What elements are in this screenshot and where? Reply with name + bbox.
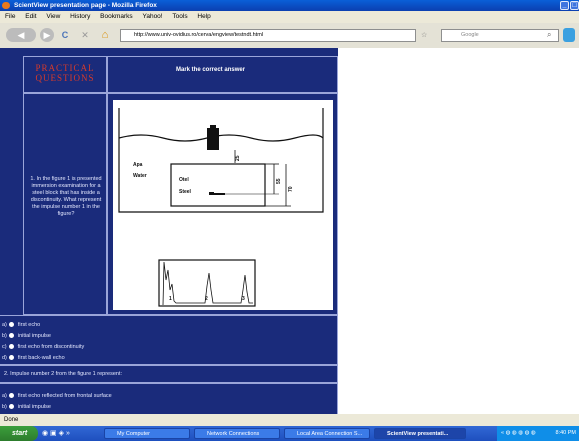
home-button[interactable]: ⌂	[98, 28, 112, 42]
option-2b[interactable]: b) initial impulse	[2, 404, 51, 410]
option-letter: d)	[2, 355, 7, 361]
maximize-button[interactable]: □	[570, 1, 579, 10]
radio-button[interactable]	[8, 333, 14, 339]
reload-button[interactable]: C	[58, 28, 72, 42]
menu-tools[interactable]: Tools	[172, 13, 187, 20]
quick-launch-chevron[interactable]: »	[66, 430, 70, 437]
menu-file[interactable]: File	[5, 13, 15, 20]
page-background	[338, 48, 579, 414]
option-label: first back-wall echo	[17, 355, 65, 361]
dimension-55: 55	[276, 178, 282, 184]
radio-button[interactable]	[8, 344, 14, 350]
system-tray: « ◍ ◍ ◍ ◍ ◍ 8:40 PM	[497, 426, 579, 441]
dimension-70: 70	[288, 186, 294, 192]
label-steel: Steel	[179, 189, 192, 195]
option-letter: b)	[2, 404, 7, 410]
task-local-area-connection[interactable]: Local Area Connection S...	[284, 428, 370, 439]
window-title-bar: ScientView presentation page - Mozilla F…	[0, 0, 579, 11]
question1-cell: 1. In the figure 1 is presented immersio…	[23, 93, 107, 315]
task-network-connections[interactable]: Network Connections	[194, 428, 280, 439]
stop-button[interactable]: ✕	[78, 28, 92, 42]
ultrasonic-figure: Apa Water Otel Steel 25 55 70 1 2 3	[113, 100, 333, 310]
option-letter: b)	[2, 333, 7, 339]
option-label: first echo	[17, 322, 41, 328]
peak-label-2: 2	[205, 296, 208, 302]
option-letter: a)	[2, 393, 7, 399]
radio-button[interactable]	[8, 404, 14, 410]
radio-button[interactable]	[8, 393, 14, 399]
menu-yahoo[interactable]: Yahoo!	[142, 13, 162, 20]
label-apa: Apa	[133, 162, 143, 168]
option-label: initial impulse	[17, 333, 51, 339]
figure-cell: Apa Water Otel Steel 25 55 70 1 2 3	[107, 93, 338, 315]
radio-button[interactable]	[8, 322, 14, 328]
status-text: Done	[4, 417, 19, 423]
option-1b[interactable]: b) initial impulse	[2, 333, 51, 339]
clock: 8:40 PM	[555, 430, 576, 436]
window-title: ScientView presentation page - Mozilla F…	[14, 2, 157, 9]
option-letter: a)	[2, 322, 7, 328]
instruction-text: Mark the correct answer	[176, 67, 246, 73]
option-label: initial impulse	[17, 404, 51, 410]
peak-label-3: 3	[242, 296, 245, 302]
section-title: PRACTICAL QUESTIONS	[35, 63, 95, 83]
firefox-icon	[2, 2, 10, 9]
tray-icons[interactable]: « ◍ ◍ ◍ ◍ ◍	[501, 430, 536, 436]
dimension-25: 25	[235, 155, 241, 161]
quick-launch-icons[interactable]: ◉ ▣ ◈	[42, 430, 64, 437]
peak-label-1: 1	[169, 296, 172, 302]
option-letter: c)	[2, 344, 7, 350]
label-otel: Otel	[179, 177, 189, 183]
option-1d[interactable]: d) first back-wall echo	[2, 355, 65, 361]
quick-launch: ◉ ▣ ◈ »	[42, 429, 82, 439]
question2-cell: 2. Impulse number 2 from the figure 1 re…	[0, 365, 338, 383]
minimize-button[interactable]: _	[560, 1, 569, 10]
section-title-cell: PRACTICAL QUESTIONS	[23, 56, 107, 93]
radio-button[interactable]	[8, 355, 14, 361]
menu-edit[interactable]: Edit	[25, 13, 36, 20]
task-my-computer[interactable]: My Computer	[104, 428, 190, 439]
magnifier-icon[interactable]: ⌕	[547, 30, 557, 40]
navigation-toolbar: ◀ ▶ C ✕ ⌂ http://www.univ-ovidius.ro/cer…	[0, 23, 579, 49]
question1-options: a) first echo b) initial impulse c) first e…	[0, 315, 338, 365]
option-label: first echo reflected from frontal surfac…	[17, 393, 112, 399]
option-label: first echo from discontinuity	[17, 344, 85, 350]
forward-button[interactable]: ▶	[40, 28, 54, 42]
page-content: PRACTICAL QUESTIONS Mark the correct ans…	[0, 48, 579, 414]
addon-icon[interactable]	[563, 28, 575, 42]
question2-options: a) first echo reflected from frontal surf…	[0, 383, 338, 414]
question1-text: 1. In the figure 1 is presented immersio…	[30, 176, 102, 217]
question2-text: 2. Impulse number 2 from the figure 1 re…	[4, 371, 123, 377]
status-bar: Done	[0, 414, 579, 426]
back-arrow-icon: ◀	[17, 30, 25, 40]
search-input[interactable]: Google	[441, 29, 559, 42]
taskbar: start ◉ ▣ ◈ » My Computer Network Connec…	[0, 426, 579, 441]
option-1c[interactable]: c) first echo from discontinuity	[2, 344, 84, 350]
address-bar[interactable]: http://www.univ-ovidius.ro/cerva/engview…	[120, 29, 416, 42]
option-1a[interactable]: a) first echo	[2, 322, 40, 328]
option-2a[interactable]: a) first echo reflected from frontal surf…	[2, 393, 112, 399]
task-firefox[interactable]: ScientView presentati...	[374, 428, 466, 439]
start-button[interactable]: start	[0, 426, 38, 441]
instruction-cell: Mark the correct answer	[107, 56, 338, 93]
bookmark-star-icon[interactable]: ☆	[421, 29, 435, 42]
menu-bookmarks[interactable]: Bookmarks	[100, 13, 133, 20]
question-panel: PRACTICAL QUESTIONS Mark the correct ans…	[0, 48, 338, 414]
label-water: Water	[133, 173, 147, 179]
menu-view[interactable]: View	[46, 13, 60, 20]
back-button[interactable]: ◀	[6, 28, 36, 42]
menu-help[interactable]: Help	[197, 13, 210, 20]
menu-bar: File Edit View History Bookmarks Yahoo! …	[0, 11, 579, 23]
menu-history[interactable]: History	[70, 13, 90, 20]
